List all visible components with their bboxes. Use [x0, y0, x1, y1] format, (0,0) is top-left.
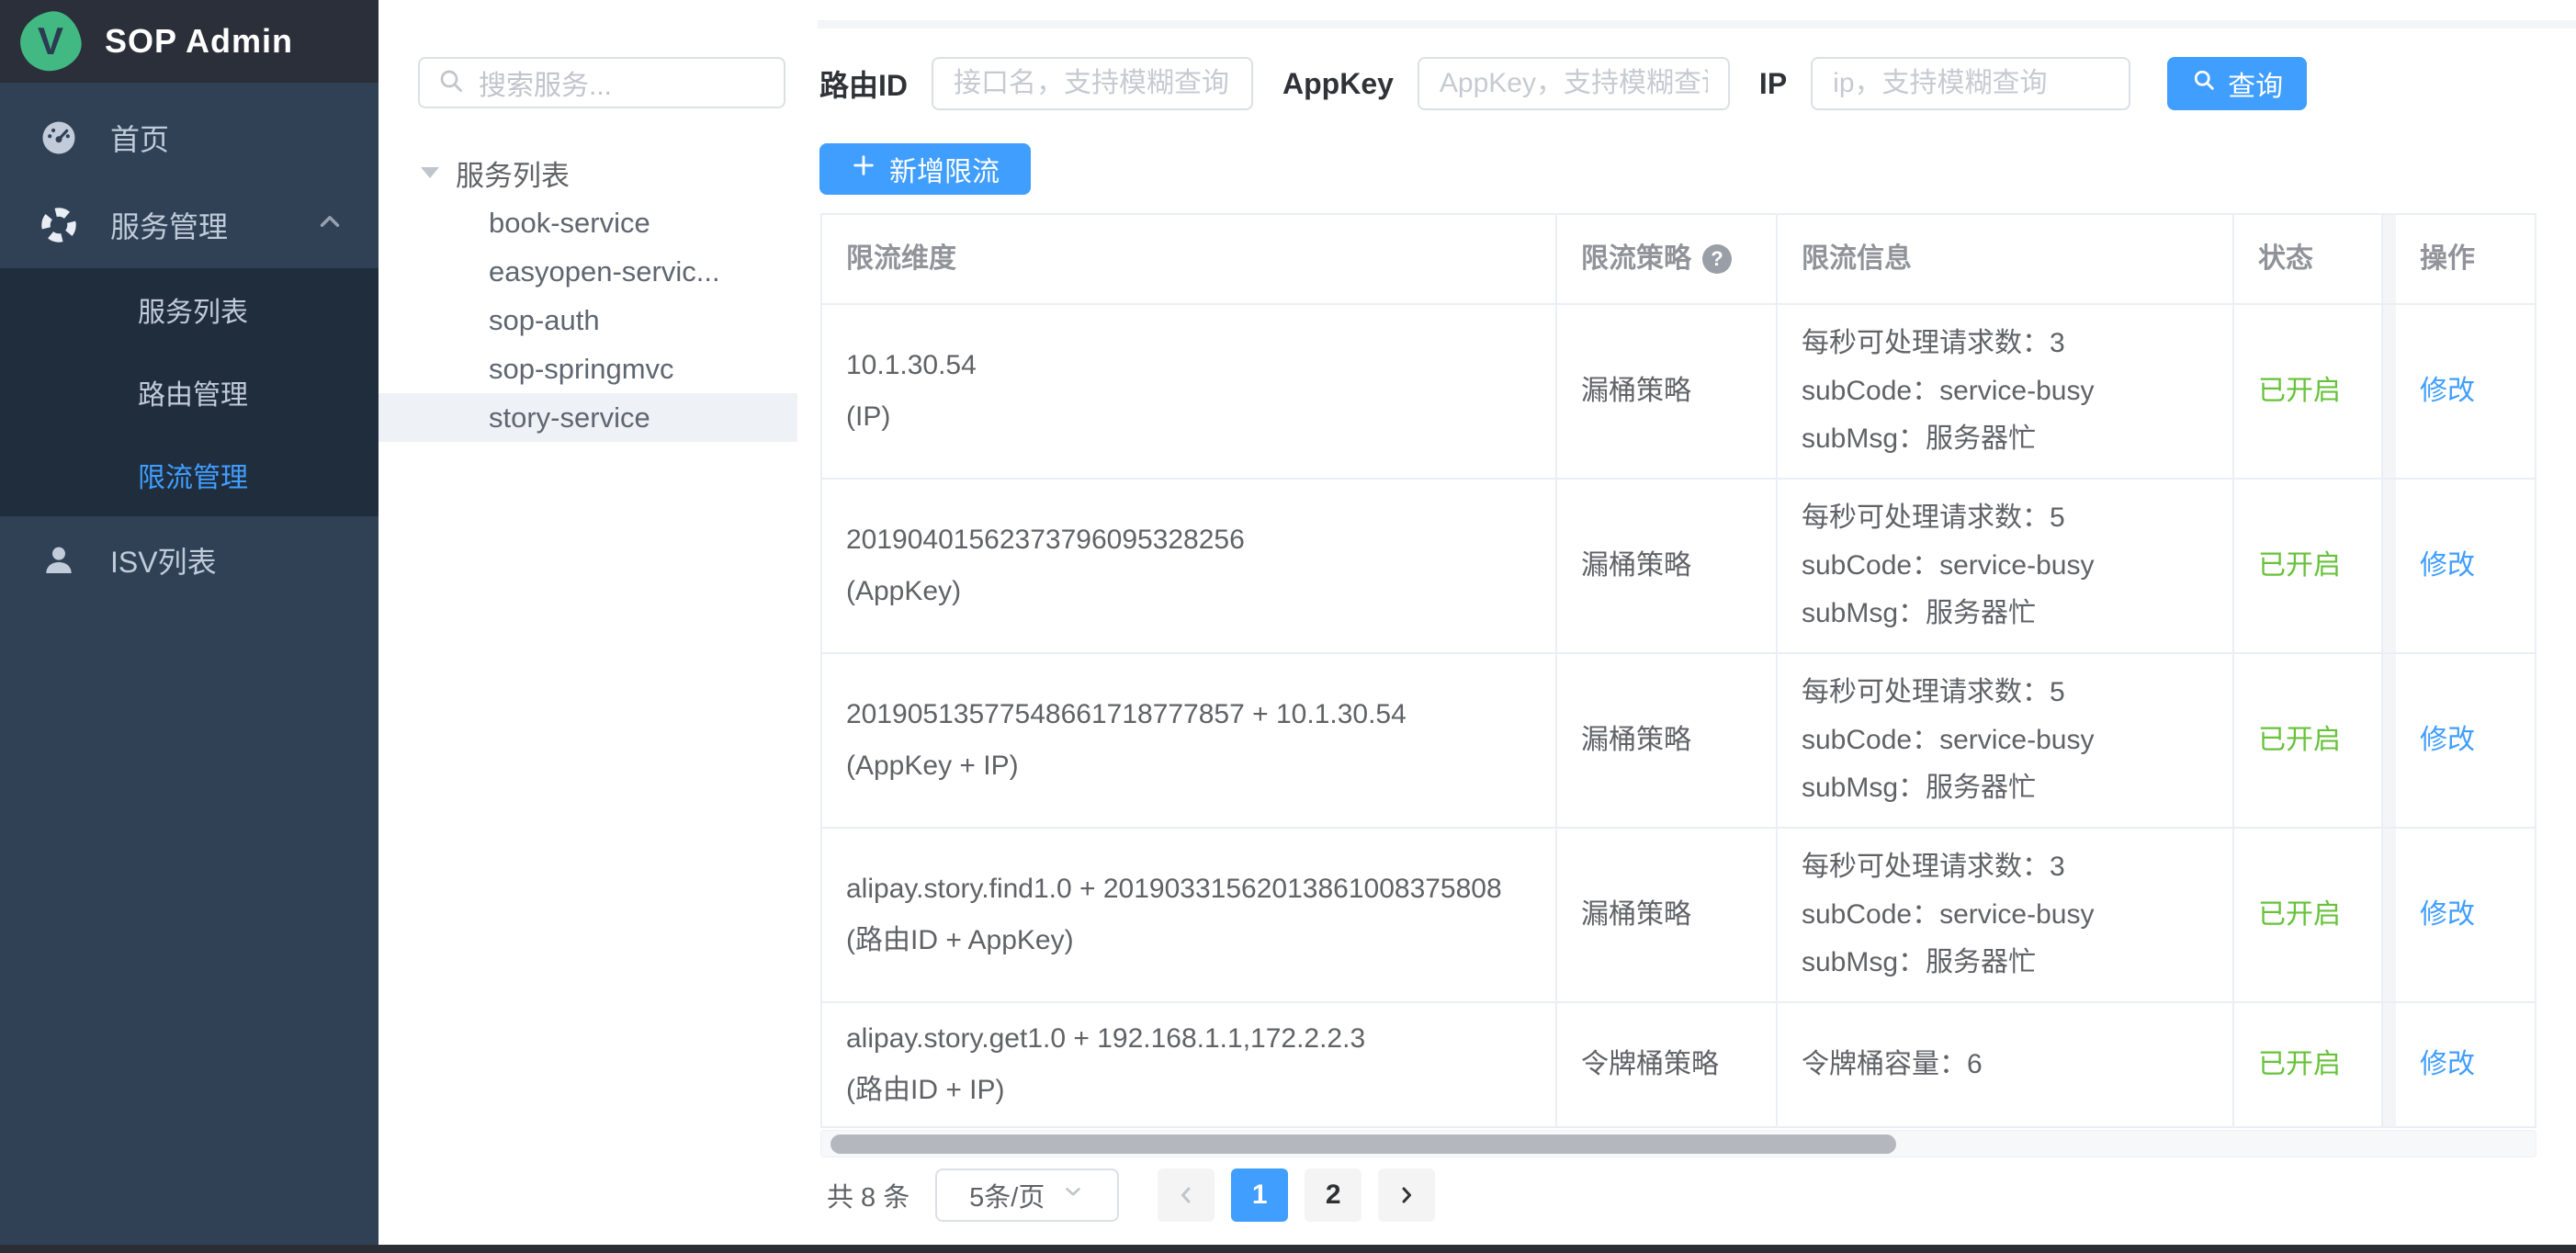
page-button-1[interactable]: 1	[1231, 1168, 1288, 1222]
caret-down-icon[interactable]	[421, 167, 439, 178]
filter-bar: 路由ID AppKey IP 查询	[819, 57, 2307, 110]
limit-strategy-cell: 漏桶策略	[1557, 654, 1778, 829]
status-badge: 已开启	[2234, 1003, 2383, 1128]
service-tree: 服务列表 book-service easyopen-servic... sop…	[378, 147, 797, 442]
limit-dimension-cell: 10.1.30.54 (IP)	[822, 305, 1557, 480]
total-count: 共 8 条	[827, 1176, 910, 1214]
sidebar-item-limit-management[interactable]: 限流管理	[0, 434, 378, 516]
modify-link[interactable]: 修改	[2396, 480, 2536, 654]
dashboard-icon	[39, 119, 79, 157]
ip-field-wrap	[1811, 57, 2130, 110]
limit-strategy-cell: 漏桶策略	[1557, 305, 1778, 480]
header-limit-dimension: 限流维度	[822, 215, 1557, 305]
limit-table: 限流维度 限流策略 ? 限流信息 状态 操作 10.1.30.54 (IP) 漏…	[820, 213, 2536, 1128]
search-icon	[2191, 67, 2217, 100]
bottom-window-edge	[0, 1245, 2576, 1253]
search-icon	[436, 66, 466, 100]
sidebar: V SOP Admin 首页 服务管理 服务列表 路由管理	[0, 0, 378, 1253]
service-ring-icon	[39, 206, 79, 244]
horizontal-scrollbar[interactable]	[820, 1130, 2536, 1157]
tree-node-sop-auth[interactable]: sop-auth	[378, 296, 797, 344]
query-button[interactable]: 查询	[2167, 57, 2307, 110]
sidebar-item-label: 服务管理	[110, 204, 228, 246]
service-search-box[interactable]: 搜索服务...	[418, 57, 785, 108]
scrollbar-thumb[interactable]	[830, 1134, 1896, 1154]
sidebar-item-home[interactable]: 首页	[0, 94, 378, 181]
modify-link[interactable]: 修改	[2396, 829, 2536, 1003]
next-page-button[interactable]	[1378, 1168, 1435, 1222]
status-badge: 已开启	[2234, 829, 2383, 1003]
limit-dimension-cell: alipay.story.find1.0 + 20190331562013861…	[822, 829, 1557, 1003]
chevron-up-icon	[314, 206, 345, 244]
status-badge: 已开启	[2234, 654, 2383, 829]
tree-root-service-list[interactable]: 服务列表	[378, 147, 797, 198]
route-id-input[interactable]	[954, 68, 1231, 99]
modify-link[interactable]: 修改	[2396, 1003, 2536, 1128]
plus-icon	[851, 152, 876, 186]
tree-node-sop-springmvc[interactable]: sop-springmvc	[378, 344, 797, 393]
table-row: alipay.story.get1.0 + 192.168.1.1,172.2.…	[822, 1003, 2536, 1128]
sidebar-item-label: ISV列表	[110, 539, 217, 581]
table-header-row: 限流维度 限流策略 ? 限流信息 状态 操作	[822, 215, 2536, 305]
modify-link[interactable]: 修改	[2396, 305, 2536, 480]
tree-node-easyopen-service[interactable]: easyopen-servic...	[378, 247, 797, 296]
sidebar-item-route-management[interactable]: 路由管理	[0, 351, 378, 434]
sidebar-menu: 首页 服务管理 服务列表 路由管理 限流管理	[0, 83, 378, 604]
sidebar-item-service-management[interactable]: 服务管理	[0, 181, 378, 268]
header-actions: 操作	[2396, 215, 2536, 305]
fixed-column-gap	[2383, 215, 2396, 305]
limit-info-cell: 每秒可处理请求数：3 subCode：service-busy subMsg：服…	[1778, 305, 2234, 480]
limit-info-cell: 每秒可处理请求数：5 subCode：service-busy subMsg：服…	[1778, 480, 2234, 654]
prev-page-button[interactable]	[1158, 1168, 1215, 1222]
limit-info-cell: 令牌桶容量：6	[1778, 1003, 2234, 1128]
limit-info-cell: 每秒可处理请求数：5 subCode：service-busy subMsg：服…	[1778, 654, 2234, 829]
header-limit-info: 限流信息	[1778, 215, 2234, 305]
sidebar-item-isv-list[interactable]: ISV列表	[0, 516, 378, 604]
header-limit-strategy: 限流策略 ?	[1557, 215, 1778, 305]
ip-input[interactable]	[1833, 68, 2108, 99]
table-row: 20190513577548661718777857 + 10.1.30.54 …	[822, 654, 2536, 829]
limit-strategy-cell: 漏桶策略	[1557, 480, 1778, 654]
sidebar-item-service-list[interactable]: 服务列表	[0, 268, 378, 351]
appkey-field-wrap	[1418, 57, 1730, 110]
appkey-label: AppKey	[1282, 67, 1394, 101]
tree-node-story-service[interactable]: story-service	[378, 393, 797, 442]
modify-link[interactable]: 修改	[2396, 654, 2536, 829]
pagination: 共 8 条 5条/页 1 2	[827, 1168, 1452, 1222]
service-management-submenu: 服务列表 路由管理 限流管理	[0, 268, 378, 516]
chevron-down-icon	[1061, 1180, 1085, 1211]
page-button-2[interactable]: 2	[1305, 1168, 1361, 1222]
limit-strategy-cell: 令牌桶策略	[1557, 1003, 1778, 1128]
table-row: alipay.story.find1.0 + 20190331562013861…	[822, 829, 2536, 1003]
limit-dimension-cell: 20190401562373796095328256 (AppKey)	[822, 480, 1557, 654]
status-badge: 已开启	[2234, 480, 2383, 654]
status-badge: 已开启	[2234, 305, 2383, 480]
limit-dimension-cell: 20190513577548661718777857 + 10.1.30.54 …	[822, 654, 1557, 829]
table-row: 10.1.30.54 (IP) 漏桶策略 每秒可处理请求数：3 subCode：…	[822, 305, 2536, 480]
table-row: 20190401562373796095328256 (AppKey) 漏桶策略…	[822, 480, 2536, 654]
header-status: 状态	[2234, 215, 2383, 305]
sidebar-item-label: 首页	[110, 117, 169, 159]
app-logo: V	[16, 7, 85, 75]
route-id-field-wrap	[932, 57, 1253, 110]
ip-label: IP	[1759, 67, 1787, 101]
service-search-placeholder: 搜索服务...	[479, 62, 612, 103]
limit-strategy-cell: 漏桶策略	[1557, 829, 1778, 1003]
limit-dimension-cell: alipay.story.get1.0 + 192.168.1.1,172.2.…	[822, 1003, 1557, 1128]
question-circle-icon[interactable]: ?	[1702, 244, 1732, 274]
tree-node-book-service[interactable]: book-service	[378, 198, 797, 247]
appkey-input[interactable]	[1440, 68, 1708, 99]
logo-bar: V SOP Admin	[0, 0, 378, 83]
service-tree-panel: 搜索服务... 服务列表 book-service easyopen-servi…	[378, 0, 818, 1246]
route-id-label: 路由ID	[819, 62, 908, 105]
app-title: SOP Admin	[105, 22, 293, 61]
page-size-select[interactable]: 5条/页	[935, 1168, 1119, 1222]
limit-info-cell: 每秒可处理请求数：3 subCode：service-busy subMsg：服…	[1778, 829, 2234, 1003]
add-limit-button[interactable]: 新增限流	[819, 143, 1031, 195]
user-icon	[39, 542, 79, 579]
